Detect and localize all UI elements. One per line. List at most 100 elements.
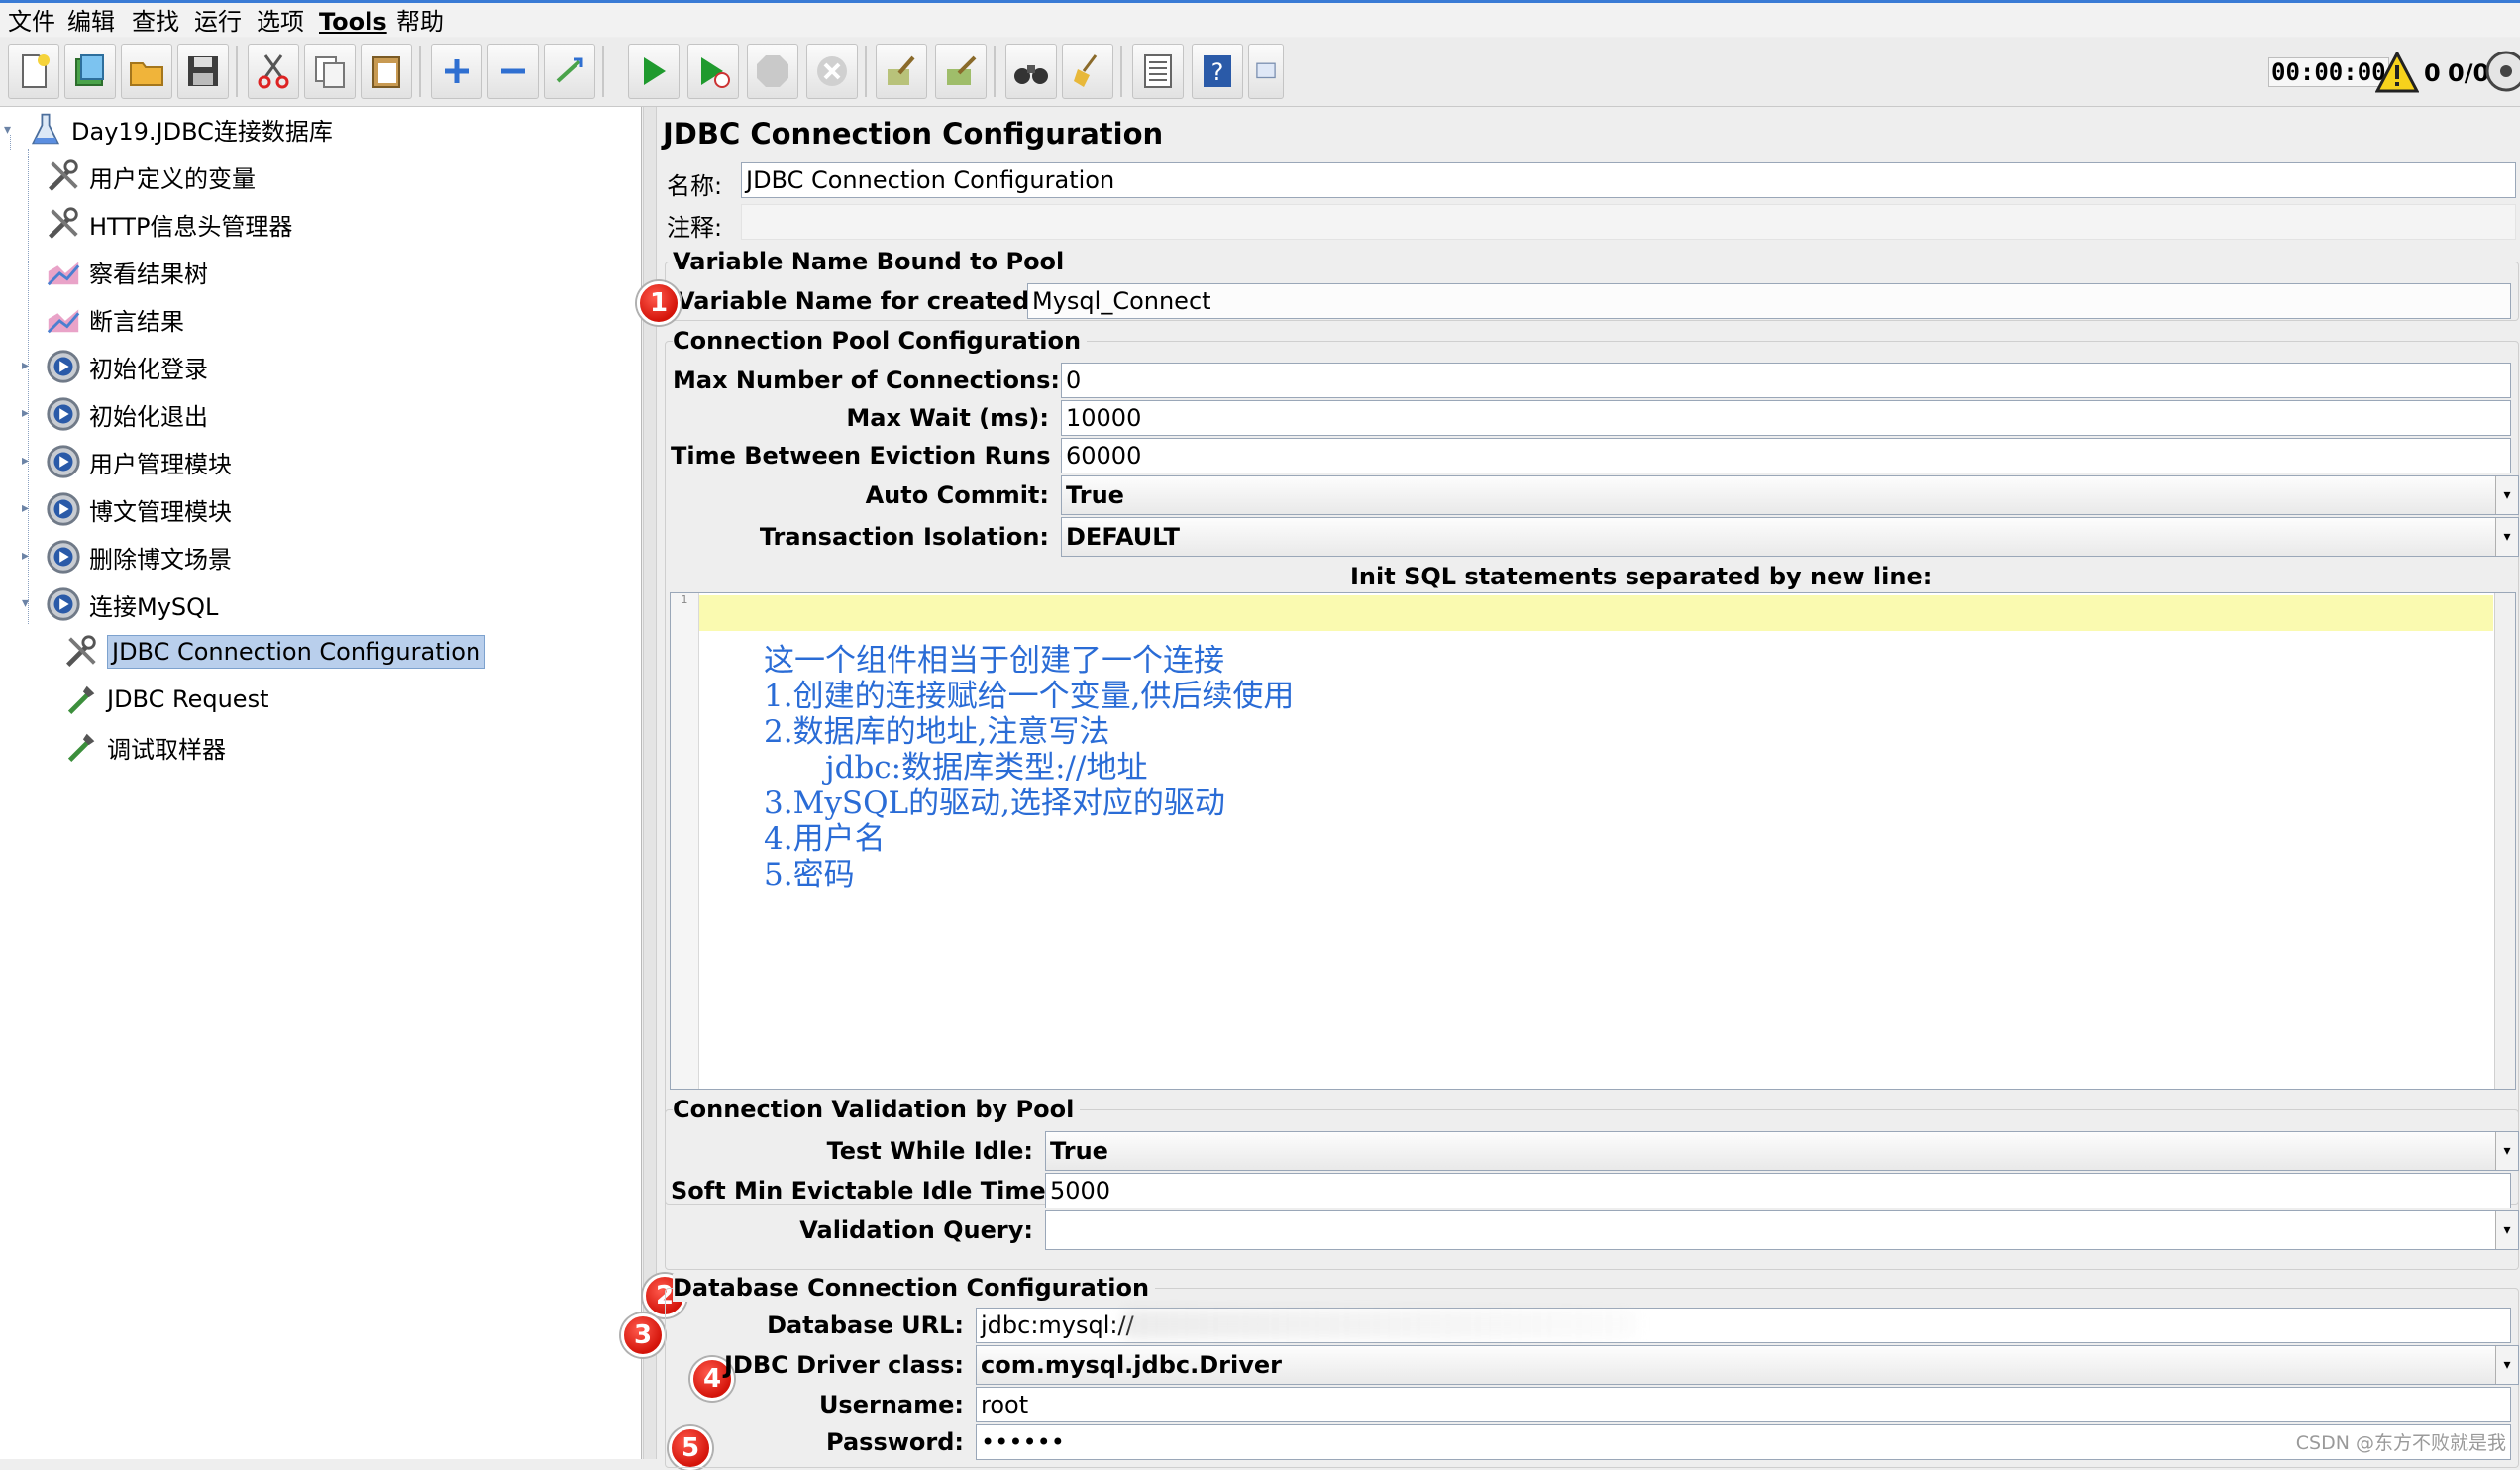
annotation-note-line: 这一个组件相当于创建了一个连接: [764, 643, 1224, 679]
collapse-all-button[interactable]: [487, 44, 539, 99]
toolbar: ? 00:00:00 0 0/0: [0, 38, 2520, 107]
remote-button[interactable]: [1248, 44, 1284, 99]
auto-commit-select[interactable]: True ▾: [1061, 475, 2519, 515]
tree-expander[interactable]: ▸: [22, 501, 32, 515]
paste-button[interactable]: [361, 44, 412, 99]
new-file-icon: [22, 54, 50, 88]
name-field[interactable]: JDBC Connection Configuration: [741, 162, 2516, 198]
menu-edit[interactable]: 编辑: [67, 7, 115, 37]
chevron-down-icon: ▾: [2495, 1211, 2518, 1249]
tree-item[interactable]: 博文管理模块: [44, 487, 232, 531]
current-line-highlight: [699, 595, 2493, 631]
tree-item[interactable]: 用户定义的变量: [44, 155, 256, 198]
tree-item-label: JDBC Connection Configuration: [107, 635, 486, 669]
elapsed-timer: 00:00:00: [2268, 57, 2389, 87]
menu-file[interactable]: 文件: [8, 7, 55, 37]
max-conn-field[interactable]: 0: [1061, 363, 2511, 398]
menu-tools[interactable]: Tools: [319, 7, 387, 37]
tree-expander[interactable]: ▾: [22, 596, 32, 610]
test-idle-select[interactable]: True ▾: [1045, 1131, 2519, 1171]
validation-query-label: Validation Query:: [799, 1216, 1033, 1244]
tree-expander[interactable]: ▸: [22, 359, 32, 372]
toggle-icon: [556, 57, 583, 83]
warning-icon[interactable]: [2374, 50, 2420, 93]
shutdown-button[interactable]: [806, 44, 858, 99]
tree-expander[interactable]: ▸: [22, 549, 32, 563]
gear-icon: [44, 489, 83, 529]
function-helper-button[interactable]: [1132, 44, 1184, 99]
eviction-field[interactable]: 60000: [1061, 438, 2511, 473]
tree-item[interactable]: 初始化退出: [44, 392, 208, 436]
templates-button[interactable]: [64, 44, 116, 99]
tree-item[interactable]: 察看结果树: [44, 250, 208, 293]
tree-item[interactable]: 断言结果: [44, 297, 184, 341]
vertical-scrollbar[interactable]: [2494, 593, 2515, 1089]
list-icon: [1144, 54, 1172, 88]
username-label: Username:: [818, 1391, 964, 1418]
menu-run[interactable]: 运行: [194, 7, 242, 37]
init-sql-label: Init SQL statements separated by new lin…: [1350, 563, 1933, 590]
tree-item[interactable]: 连接MySQL: [44, 582, 218, 626]
expand-all-button[interactable]: [431, 44, 482, 99]
tree-expander[interactable]: ▸: [22, 406, 32, 420]
tree-item[interactable]: 用户管理模块: [44, 440, 232, 483]
tree-item[interactable]: 删除博文场景: [44, 535, 232, 578]
folder-open-icon: [130, 62, 163, 86]
new-button[interactable]: [8, 44, 59, 99]
tree-item-label: JDBC Request: [107, 685, 269, 713]
clear-all-button[interactable]: [935, 44, 987, 99]
max-wait-field[interactable]: 10000: [1061, 400, 2511, 436]
comment-field[interactable]: [741, 204, 2516, 240]
driver-value: com.mysql.jdbc.Driver: [981, 1351, 1282, 1379]
cut-button[interactable]: [248, 44, 299, 99]
tree-item[interactable]: JDBC Request: [61, 678, 268, 721]
eviction-label: Time Between Eviction Runs (ms):: [671, 442, 1129, 470]
var-group-title: Variable Name Bound to Pool: [673, 248, 1071, 275]
plus-icon: [445, 59, 469, 83]
save-button[interactable]: [177, 44, 229, 99]
panel-title: JDBC Connection Configuration: [663, 117, 1164, 151]
soft-min-field[interactable]: 5000: [1045, 1173, 2511, 1208]
scissors-icon: [258, 54, 289, 89]
tree-expander[interactable]: ▸: [22, 454, 32, 468]
tree-item[interactable]: JDBC Connection Configuration: [61, 630, 486, 674]
init-sql-editor[interactable]: 1 这一个组件相当于创建了一个连接 1.创建的连接赋给一个变量,供后续使用 2.…: [670, 592, 2516, 1090]
menu-help[interactable]: 帮助: [396, 7, 444, 37]
templates-icon: [75, 54, 104, 86]
name-label: 名称:: [667, 172, 723, 200]
annotation-note-line: 2.数据库的地址,注意写法: [764, 714, 1110, 750]
tree-root[interactable]: Day19.JDBC连接数据库: [26, 107, 333, 151]
menu-options[interactable]: 选项: [257, 7, 304, 37]
password-field[interactable]: ••••••: [976, 1424, 2511, 1460]
tree-item[interactable]: 调试取样器: [61, 725, 226, 769]
toggle-button[interactable]: [544, 44, 595, 99]
open-button[interactable]: [121, 44, 172, 99]
test-plan-icon: [26, 109, 65, 149]
clear-button[interactable]: [876, 44, 927, 99]
isolation-select[interactable]: DEFAULT ▾: [1061, 517, 2519, 557]
tree-item-label: 调试取样器: [107, 735, 226, 764]
tree-item[interactable]: HTTP信息头管理器: [44, 202, 292, 246]
search-button[interactable]: [1005, 44, 1057, 99]
annotation-badge-1: 1: [637, 281, 681, 325]
paste-icon: [372, 56, 400, 88]
username-field[interactable]: root: [976, 1387, 2511, 1422]
start-button[interactable]: [628, 44, 680, 99]
pipette-icon: [61, 680, 101, 719]
driver-select[interactable]: com.mysql.jdbc.Driver ▾: [976, 1345, 2519, 1385]
chevron-down-icon: ▾: [2495, 476, 2518, 514]
auto-commit-value: True: [1066, 481, 1124, 509]
menu-search[interactable]: 查找: [132, 7, 179, 37]
start-no-pause-button[interactable]: [687, 44, 739, 99]
root-expander[interactable]: ▾: [4, 123, 14, 137]
copy-button[interactable]: [304, 44, 356, 99]
tree-item[interactable]: 初始化登录: [44, 345, 208, 388]
redacted-url-blur: [1122, 1310, 1637, 1339]
reset-search-button[interactable]: [1062, 44, 1113, 99]
copy-icon: [315, 56, 345, 88]
stop-button[interactable]: [747, 44, 798, 99]
thread-count: 0/0: [2448, 59, 2490, 87]
help-button[interactable]: ?: [1192, 44, 1243, 99]
validation-query-select[interactable]: ▾: [1045, 1210, 2519, 1250]
var-name-field[interactable]: Mysql_Connect: [1027, 283, 2511, 319]
